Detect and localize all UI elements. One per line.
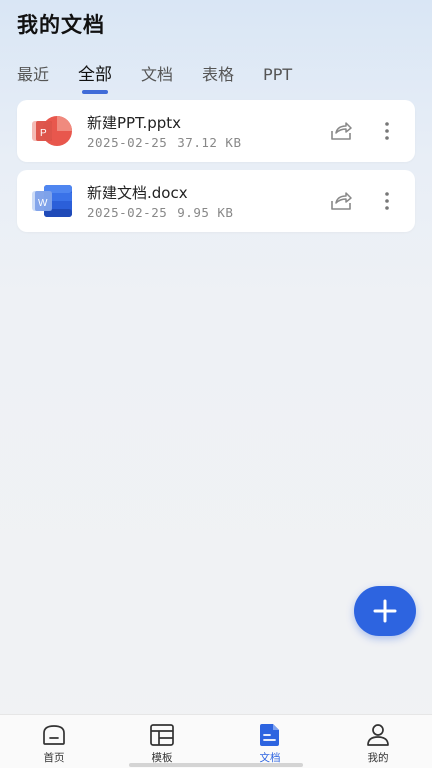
file-date: 2025-02-25	[87, 135, 168, 150]
share-icon[interactable]	[329, 190, 353, 212]
word-icon: W	[32, 185, 72, 217]
tab-documents[interactable]: 文档	[141, 63, 173, 87]
app-screen: 我的文档 最近 全部 文档 表格 PPT P 新建PPT.pptx 2025-0…	[0, 0, 432, 768]
user-icon	[367, 724, 389, 746]
tab-ppt[interactable]: PPT	[263, 63, 292, 87]
document-icon	[260, 724, 279, 746]
word-icon-letter: W	[38, 198, 48, 209]
file-size: 37.12 KB	[177, 135, 242, 150]
more-options-icon[interactable]	[379, 189, 395, 213]
file-name: 新建PPT.pptx	[87, 114, 182, 132]
nav-item-profile[interactable]: 我的	[324, 715, 432, 768]
template-icon	[150, 724, 174, 746]
file-size: 9.95 KB	[177, 205, 234, 220]
file-card-docx[interactable]: W 新建文档.docx 2025-02-25 9.95 KB	[17, 170, 415, 232]
add-file-button[interactable]	[354, 586, 416, 636]
tab-all[interactable]: 全部	[78, 63, 112, 87]
nav-label: 首页	[43, 752, 65, 764]
file-name: 新建文档.docx	[87, 184, 188, 202]
share-icon[interactable]	[329, 120, 353, 142]
file-date: 2025-02-25	[87, 205, 168, 220]
tab-recent[interactable]: 最近	[17, 63, 49, 87]
file-meta: 2025-02-25 9.95 KB	[87, 205, 233, 220]
powerpoint-icon: P	[32, 116, 72, 146]
more-options-icon[interactable]	[379, 119, 395, 143]
home-indicator[interactable]	[129, 763, 303, 767]
file-filter-tabs: 最近 全部 文档 表格 PPT	[17, 60, 321, 90]
nav-item-documents[interactable]: 文档	[216, 715, 324, 768]
plus-icon	[373, 599, 397, 623]
nav-label: 我的	[367, 752, 389, 764]
bottom-navigation: 首页 模板 文档 我的	[0, 714, 432, 768]
powerpoint-icon-letter: P	[40, 128, 47, 139]
nav-item-templates[interactable]: 模板	[108, 715, 216, 768]
file-card-pptx[interactable]: P 新建PPT.pptx 2025-02-25 37.12 KB	[17, 100, 415, 162]
home-icon	[43, 725, 65, 745]
nav-item-home[interactable]: 首页	[0, 715, 108, 768]
tab-spreadsheets[interactable]: 表格	[202, 63, 234, 87]
page-title: 我的文档	[17, 13, 105, 37]
file-meta: 2025-02-25 37.12 KB	[87, 135, 241, 150]
